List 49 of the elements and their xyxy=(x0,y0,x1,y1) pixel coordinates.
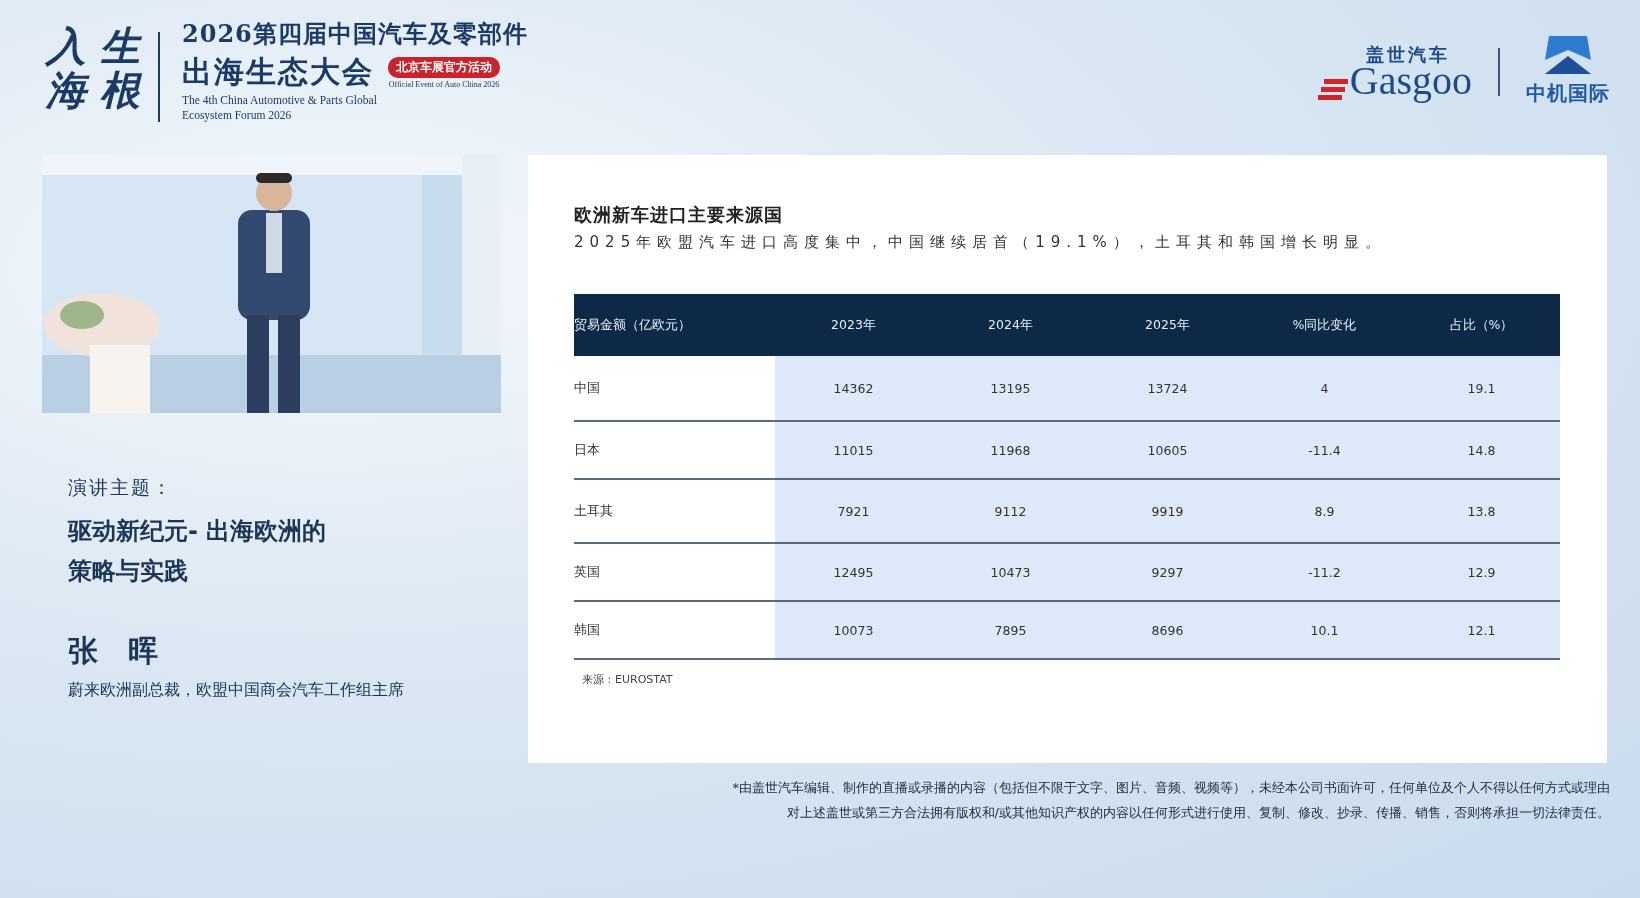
table-cell: 12.9 xyxy=(1403,544,1560,600)
source-note: 来源：EUROSTAT xyxy=(582,672,674,687)
talk-title: 驱动新纪元- 出海欧洲的 策略与实践 xyxy=(68,516,328,587)
event-subtitle: Ecosystem Forum 2026 xyxy=(182,107,293,123)
event-title: 出海生态大会 xyxy=(182,53,374,91)
column-header: 2023年 xyxy=(830,316,877,334)
table-cell: 12.1 xyxy=(1403,602,1560,658)
speaker-name: 张 晖 xyxy=(68,632,159,670)
table-cell: 14.8 xyxy=(1403,422,1560,478)
table-cell: 7921 xyxy=(775,480,932,542)
table-cell: 9112 xyxy=(932,480,1089,542)
table-cell: 10073 xyxy=(775,602,932,658)
table-cell: 13724 xyxy=(1089,356,1246,420)
slogan-text: 生根 xyxy=(100,24,140,112)
table-cell: 13195 xyxy=(932,356,1089,420)
table-cell: 19.1 xyxy=(1403,356,1560,420)
badge-caption: Official Event of Auto China 2026 xyxy=(388,79,500,89)
table-cell: 9297 xyxy=(1089,544,1246,600)
table-cell: 8696 xyxy=(1089,602,1246,658)
table-cell: 11968 xyxy=(932,422,1089,478)
disclaimer-text: 对上述盖世或第三方合法拥有版权和/或其他知识产权的内容以任何形式进行使用、复制、修改、抄录、传播、销售，否则将承担一切法律责任。 xyxy=(786,804,1610,822)
table-cell: 10473 xyxy=(932,544,1089,600)
column-header: %同比变化 xyxy=(1291,316,1358,334)
speaker-role: 蔚来欧洲副总裁，欧盟中国商会汽车工作组主席 xyxy=(68,680,405,701)
table-cell: 8.9 xyxy=(1246,480,1403,542)
table-cell: 11015 xyxy=(775,422,932,478)
event-title: 2026第四届中国汽车及零部件 xyxy=(182,18,528,50)
table-cell: 9919 xyxy=(1089,480,1246,542)
table-cell: -11.2 xyxy=(1246,544,1403,600)
slide-title: 欧洲新车进口主要来源国 xyxy=(574,203,784,227)
table-cell: 10605 xyxy=(1089,422,1246,478)
stripes-icon xyxy=(1317,78,1348,101)
partner-name: 中机国际 xyxy=(1526,80,1610,107)
table-cell: 7895 xyxy=(932,602,1089,658)
disclaimer-text: *由盖世汽车编辑、制作的直播或录播的内容（包括但不限于文字、图片、音频、视频等），未经本公司书面许可，任何单位及个人不得以任何方式或理由 xyxy=(732,779,1610,797)
table-cell: 14362 xyxy=(775,356,932,420)
table-cell: 10.1 xyxy=(1246,602,1403,658)
column-header: 占比（%） xyxy=(1448,316,1515,334)
topic-label: 演讲主题： xyxy=(68,475,174,500)
column-header: 2024年 xyxy=(987,316,1034,334)
event-subtitle: The 4th China Automotive & Parts Global xyxy=(182,93,378,108)
event-badge: 北京车展官方活动 xyxy=(388,56,500,78)
table-cell: 12495 xyxy=(775,544,932,600)
column-header: 2025年 xyxy=(1144,316,1191,334)
column-header: 贸易金额（亿欧元） xyxy=(574,316,692,334)
table-cell: 13.8 xyxy=(1403,480,1560,542)
slide-subtitle: 2025年欧盟汽车进口高度集中，中国继续居首（19.1%），土耳其和韩国增长明显。 xyxy=(574,233,1387,252)
table-cell: -11.4 xyxy=(1246,422,1403,478)
table-cell: 4 xyxy=(1246,356,1403,420)
